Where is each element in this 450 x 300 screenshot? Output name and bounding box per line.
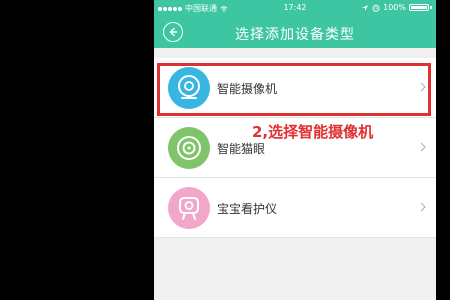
status-right: 100% bbox=[361, 3, 432, 12]
battery-icon bbox=[409, 4, 429, 11]
nav-bar: 选择添加设备类型 bbox=[154, 16, 436, 48]
peephole-icon bbox=[168, 127, 210, 169]
phone-screen: 中国联通 17:42 100% 选择添加设备类型 智能摄像机 智能猫眼 宝宝看护… bbox=[154, 0, 436, 300]
item-label: 宝宝看护仪 bbox=[217, 202, 278, 216]
battery-percent: 100% bbox=[383, 3, 406, 12]
highlight-box bbox=[157, 63, 431, 116]
alarm-icon bbox=[372, 4, 380, 12]
list-item-baby-monitor[interactable]: 宝宝看护仪 bbox=[154, 178, 436, 238]
chevron-right-icon bbox=[420, 202, 426, 212]
page-title: 选择添加设备类型 bbox=[235, 27, 355, 43]
status-bar: 中国联通 17:42 100% bbox=[154, 0, 436, 16]
annotation-text: 2,选择智能摄像机 bbox=[252, 123, 374, 141]
item-label: 智能猫眼 bbox=[217, 142, 266, 156]
chevron-right-icon bbox=[420, 142, 426, 152]
location-icon bbox=[362, 4, 369, 11]
baby-monitor-icon bbox=[168, 187, 210, 229]
